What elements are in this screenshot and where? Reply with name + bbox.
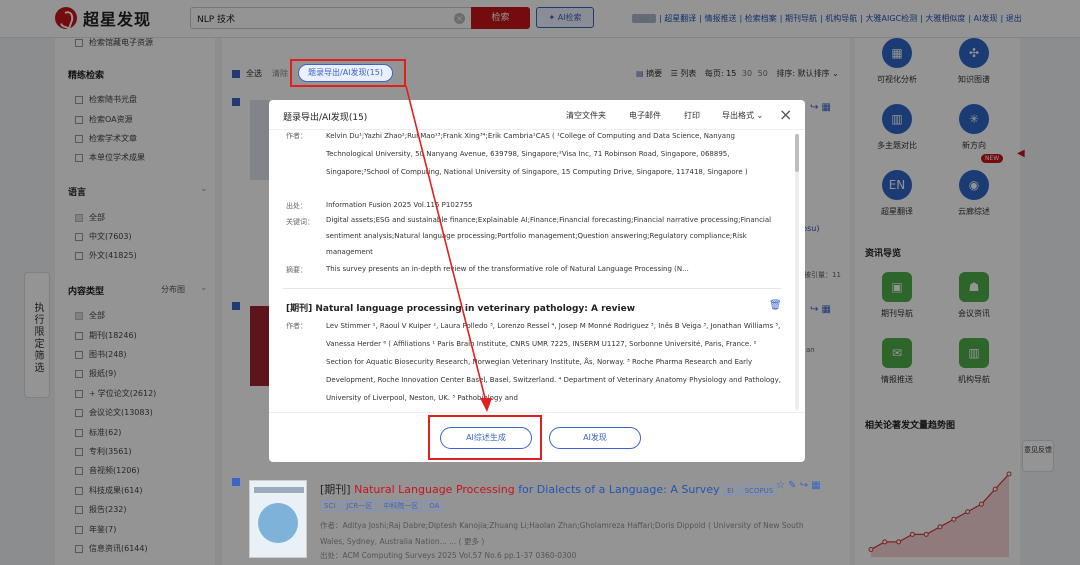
annotation-arrow (405, 85, 492, 412)
page-background: 超星发现 NLP 技术 × 检索 ✦ AI检索 | 超星翻译 | 情报推送 | 检索… (0, 0, 1080, 565)
